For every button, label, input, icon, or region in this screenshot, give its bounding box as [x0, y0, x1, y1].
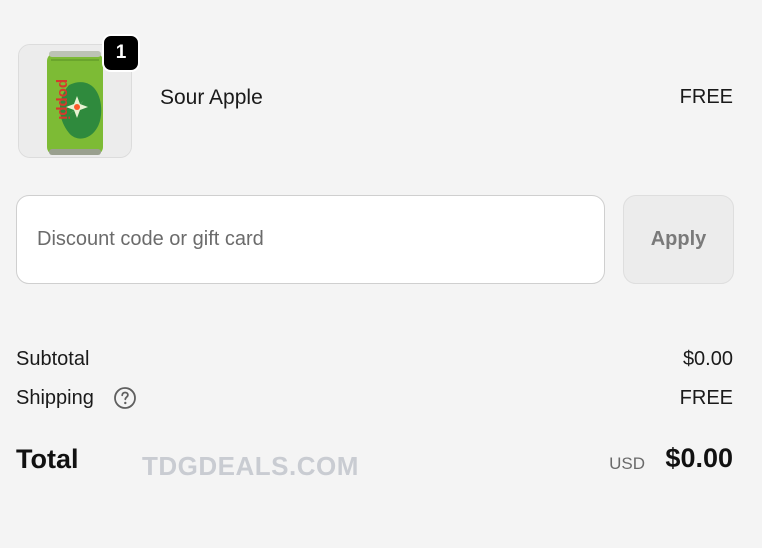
discount-code-input[interactable]	[16, 195, 605, 284]
quantity-badge: 1	[102, 34, 140, 72]
cart-line-item: poppi 1 Sour Apple FREE	[0, 0, 762, 170]
apply-discount-button[interactable]: Apply	[623, 195, 734, 284]
svg-text:poppi: poppi	[55, 79, 72, 120]
shipping-value: FREE	[679, 387, 733, 409]
subtotal-value: $0.00	[682, 348, 733, 370]
total-label: Total	[16, 444, 79, 474]
total-value: $0.00	[665, 443, 733, 473]
total-currency: USD	[609, 454, 645, 473]
watermark-text: TDGDEALS.COM	[142, 451, 359, 481]
shipping-label: Shipping	[16, 387, 94, 409]
product-price: FREE	[679, 86, 733, 108]
product-name: Sour Apple	[160, 86, 263, 109]
question-circle-icon[interactable]	[113, 386, 137, 410]
subtotal-label: Subtotal	[16, 348, 90, 370]
